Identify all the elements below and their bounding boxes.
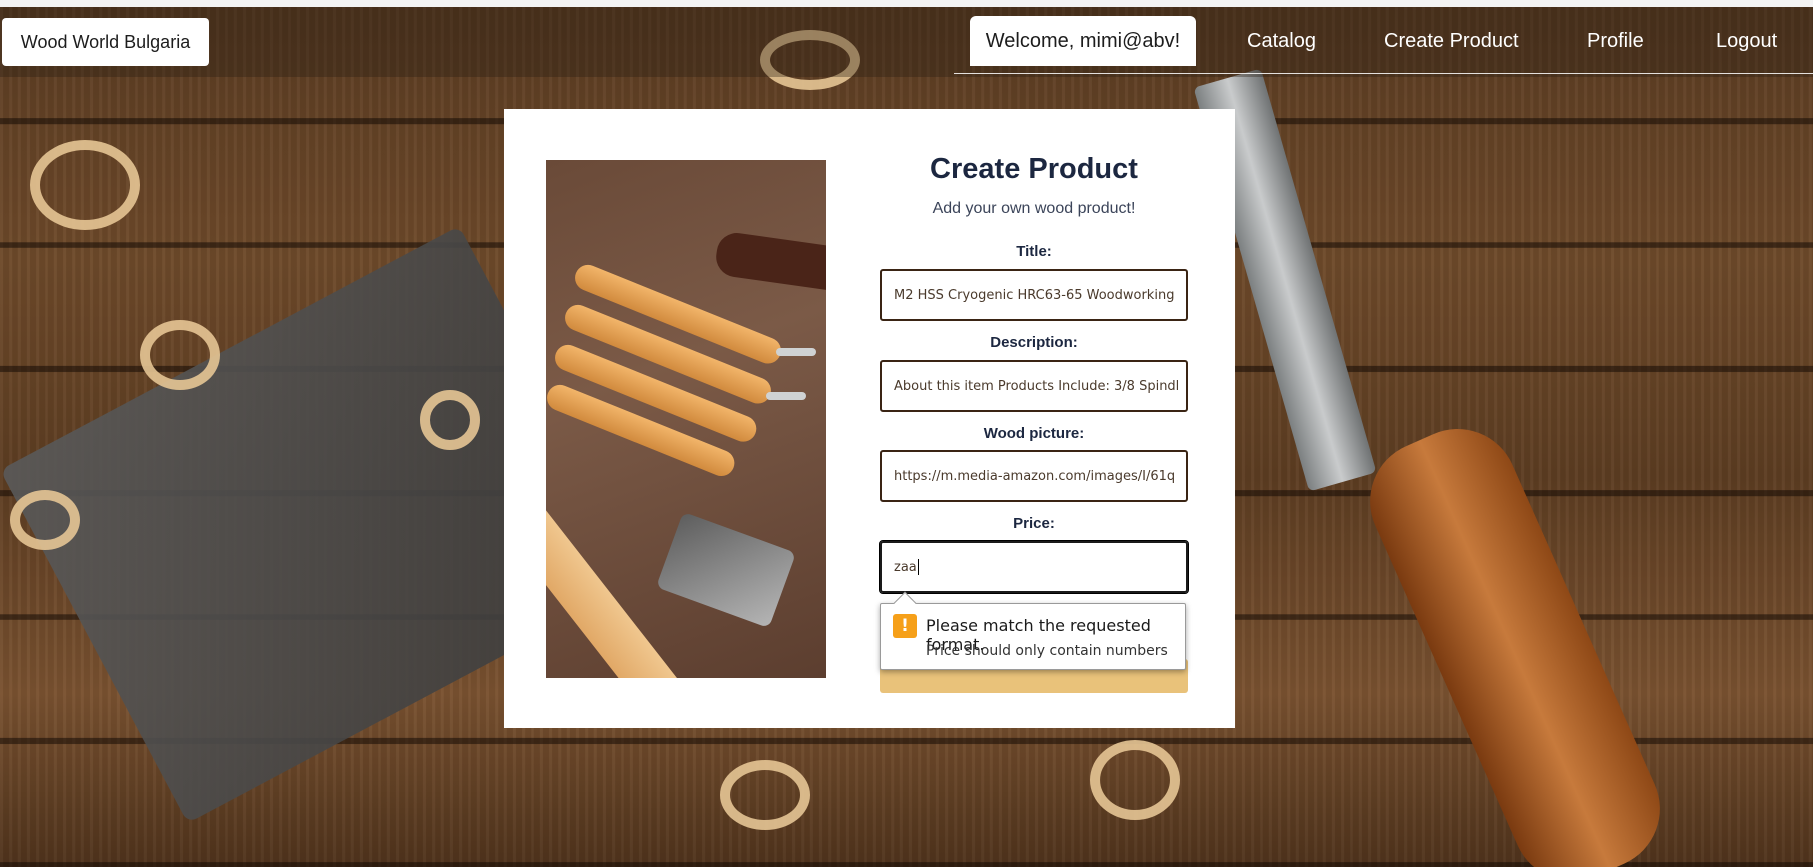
nav-links: Welcome, mimi@abv! Catalog Create Produc… bbox=[954, 16, 1813, 74]
top-strip bbox=[0, 0, 1813, 7]
brand-logo-link[interactable]: Wood World Bulgaria bbox=[2, 18, 209, 66]
nav-create-product-link[interactable]: Create Product bbox=[1384, 16, 1519, 66]
validation-hint: Price should only contain numbers bbox=[926, 643, 1168, 659]
wood-picture-label: Wood picture: bbox=[983, 425, 1085, 442]
title-label: Title: bbox=[1016, 243, 1052, 260]
nav-profile-link[interactable]: Profile bbox=[1587, 16, 1644, 66]
warning-icon: ! bbox=[893, 614, 917, 638]
nav-logout-link[interactable]: Logout bbox=[1716, 16, 1777, 66]
text-caret bbox=[917, 559, 919, 575]
wood-shaving-image bbox=[30, 140, 140, 230]
title-input[interactable]: M2 HSS Cryogenic HRC63-65 Woodworking bbox=[880, 269, 1188, 321]
description-label: Description: bbox=[990, 334, 1078, 351]
leather-sheath-shape bbox=[713, 230, 826, 294]
price-input[interactable]: zaa bbox=[879, 540, 1189, 594]
page-title: Create Product bbox=[930, 153, 1138, 185]
axe-head-shape bbox=[655, 511, 797, 629]
price-label: Price: bbox=[1013, 515, 1055, 532]
page-subtitle: Add your own wood product! bbox=[932, 200, 1136, 217]
price-input-value: zaa bbox=[894, 559, 917, 575]
wood-shaving-image bbox=[420, 390, 480, 450]
nav-catalog-link[interactable]: Catalog bbox=[1247, 16, 1316, 66]
carving-tools-image bbox=[546, 160, 826, 678]
blade-tip-shape bbox=[766, 392, 806, 400]
navbar: Wood World Bulgaria Welcome, mimi@abv! C… bbox=[0, 7, 1813, 77]
description-input[interactable]: About this item Products Include: 3/8 Sp… bbox=[880, 360, 1188, 412]
welcome-user: Welcome, mimi@abv! bbox=[970, 16, 1196, 66]
wood-shaving-image bbox=[720, 760, 810, 830]
chisel-handle-image bbox=[1350, 409, 1680, 867]
wood-picture-input[interactable]: https://m.media-amazon.com/images/I/61q bbox=[880, 450, 1188, 502]
validation-tooltip: ! Please match the requested format. Pri… bbox=[880, 591, 1186, 670]
wood-shaving-image bbox=[1090, 740, 1180, 820]
wood-shaving-image bbox=[10, 490, 80, 550]
wood-shaving-image bbox=[140, 320, 220, 390]
blade-tip-shape bbox=[776, 348, 816, 356]
